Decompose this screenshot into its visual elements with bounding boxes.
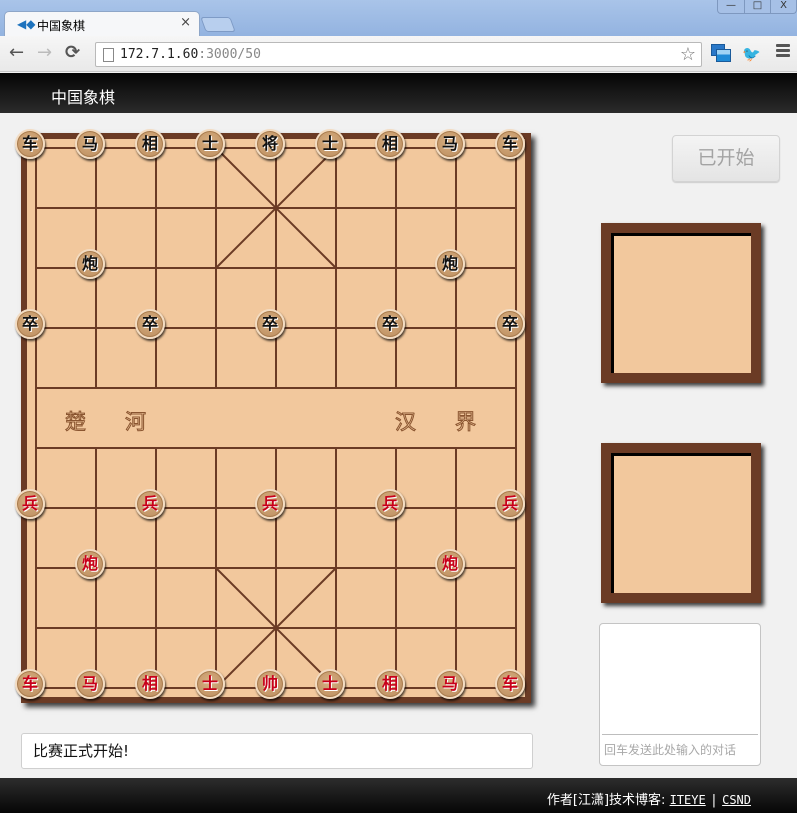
photo-extension-icon[interactable]: [711, 44, 731, 64]
site-footer: 作者[江潇]技术博客: ITEYE | CSND: [0, 778, 797, 813]
red-piece[interactable]: 马: [435, 669, 465, 699]
river-label-han: 汉: [395, 410, 417, 435]
black-piece[interactable]: 卒: [375, 309, 405, 339]
river-label-jie: 界: [455, 410, 477, 435]
red-piece[interactable]: 相: [135, 669, 165, 699]
footer-link-iteye[interactable]: ITEYE: [670, 793, 706, 807]
captured-area: [611, 453, 751, 593]
red-piece[interactable]: 士: [195, 669, 225, 699]
close-window-button[interactable]: X: [770, 0, 796, 13]
black-piece[interactable]: 车: [15, 129, 45, 159]
black-piece[interactable]: 卒: [255, 309, 285, 339]
river-label-chu: 楚: [65, 410, 87, 435]
red-piece[interactable]: 炮: [435, 549, 465, 579]
chat-log: [602, 626, 758, 734]
black-piece[interactable]: 将: [255, 129, 285, 159]
bookmark-star-icon[interactable]: ☆: [680, 44, 696, 65]
black-piece[interactable]: 卒: [135, 309, 165, 339]
new-tab-button[interactable]: [200, 17, 236, 32]
chat-divider: [602, 734, 758, 735]
address-bar[interactable]: 172.7.1.60:3000/50 ☆: [95, 42, 702, 67]
chat-panel: [599, 623, 761, 766]
footer-link-csnd[interactable]: CSND: [722, 793, 751, 807]
captured-pieces-red: [601, 443, 761, 603]
back-button[interactable]: ←: [9, 43, 24, 63]
tab-close-icon[interactable]: ×: [180, 15, 191, 30]
black-piece[interactable]: 马: [75, 129, 105, 159]
twitter-extension-icon[interactable]: 🐦: [742, 44, 762, 64]
footer-separator: |: [711, 793, 717, 808]
black-piece[interactable]: 士: [195, 129, 225, 159]
site-favicon-icon: ◀◆: [17, 17, 36, 31]
minimize-button[interactable]: —: [718, 0, 744, 13]
red-piece[interactable]: 兵: [375, 489, 405, 519]
site-brand[interactable]: 中国象棋: [51, 84, 115, 108]
black-piece[interactable]: 卒: [15, 309, 45, 339]
board-grid: [35, 147, 517, 689]
tab-title: 中国象棋: [37, 19, 86, 33]
browser-menu-icon[interactable]: [776, 44, 790, 64]
black-piece[interactable]: 炮: [435, 249, 465, 279]
chat-input[interactable]: [604, 738, 756, 762]
red-piece[interactable]: 马: [75, 669, 105, 699]
red-piece[interactable]: 兵: [495, 489, 525, 519]
maximize-button[interactable]: □: [744, 0, 770, 13]
start-game-button[interactable]: 已开始: [672, 135, 780, 182]
red-piece[interactable]: 帅: [255, 669, 285, 699]
red-piece[interactable]: 兵: [15, 489, 45, 519]
red-piece[interactable]: 士: [315, 669, 345, 699]
black-piece[interactable]: 相: [135, 129, 165, 159]
black-piece[interactable]: 炮: [75, 249, 105, 279]
reload-button[interactable]: ⟳: [65, 43, 80, 63]
red-piece[interactable]: 车: [15, 669, 45, 699]
forward-button[interactable]: →: [37, 43, 52, 63]
browser-titlebar: ◀◆ 中国象棋 × — □ X: [0, 0, 797, 37]
black-piece[interactable]: 卒: [495, 309, 525, 339]
page-icon: [103, 48, 114, 62]
red-piece[interactable]: 车: [495, 669, 525, 699]
window-controls: — □ X: [717, 0, 797, 14]
red-piece[interactable]: 兵: [135, 489, 165, 519]
board-surface: 楚 河 汉 界 车马相士将士相马车炮炮卒卒卒卒卒兵兵兵兵兵炮炮车马相士帅士相马车: [15, 129, 525, 699]
footer-author: 作者[江潇]技术博客:: [546, 793, 666, 808]
url-text[interactable]: 172.7.1.60:3000/50: [120, 47, 261, 62]
chess-board: 楚 河 汉 界 车马相士将士相马车炮炮卒卒卒卒卒兵兵兵兵兵炮炮车马相士帅士相马车: [15, 129, 531, 703]
browser-tab[interactable]: ◀◆ 中国象棋 ×: [4, 11, 200, 37]
black-piece[interactable]: 士: [315, 129, 345, 159]
url-path: :3000/50: [198, 47, 261, 62]
captured-pieces-black: [601, 223, 761, 383]
game-status-message: 比赛正式开始!: [21, 733, 533, 769]
url-host: 172.7.1.60: [120, 47, 199, 62]
browser-toolbar: ← → ⟳ 172.7.1.60:3000/50 ☆ 🐦: [0, 36, 797, 72]
river-label-he: 河: [125, 410, 147, 435]
red-piece[interactable]: 兵: [255, 489, 285, 519]
black-piece[interactable]: 相: [375, 129, 405, 159]
black-piece[interactable]: 车: [495, 129, 525, 159]
red-piece[interactable]: 相: [375, 669, 405, 699]
red-piece[interactable]: 炮: [75, 549, 105, 579]
footer-credits: 作者[江潇]技术博客: ITEYE | CSND: [547, 789, 751, 808]
site-navbar: 中国象棋: [0, 73, 797, 113]
black-piece[interactable]: 马: [435, 129, 465, 159]
captured-area: [611, 233, 751, 373]
